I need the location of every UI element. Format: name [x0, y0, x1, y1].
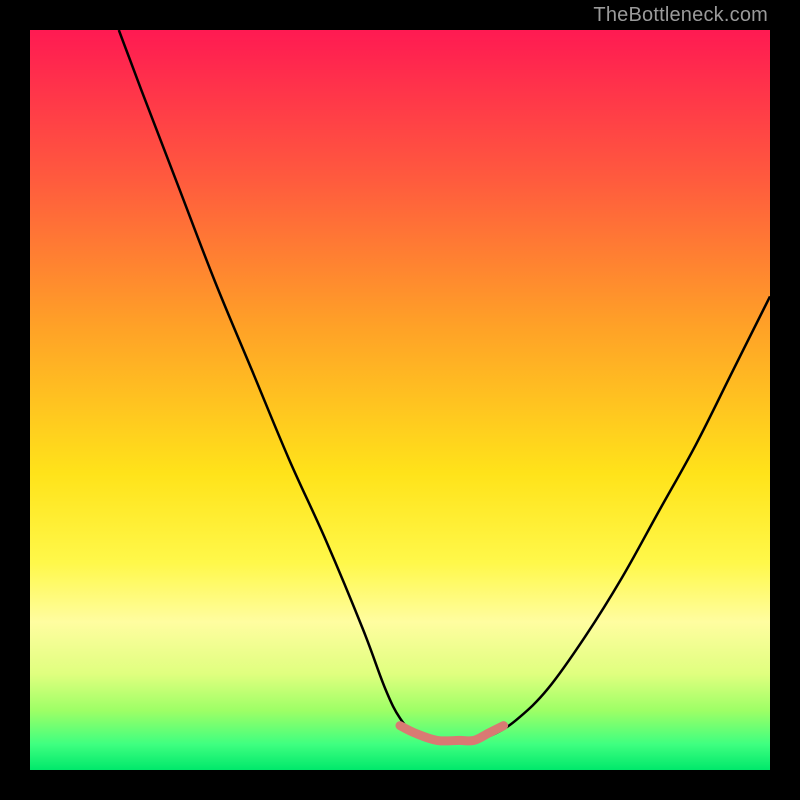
chart-svg — [30, 30, 770, 770]
gradient-background — [30, 30, 770, 770]
watermark-text: TheBottleneck.com — [593, 4, 768, 27]
plot-area — [30, 30, 770, 770]
chart-container: TheBottleneck.com — [0, 0, 800, 800]
